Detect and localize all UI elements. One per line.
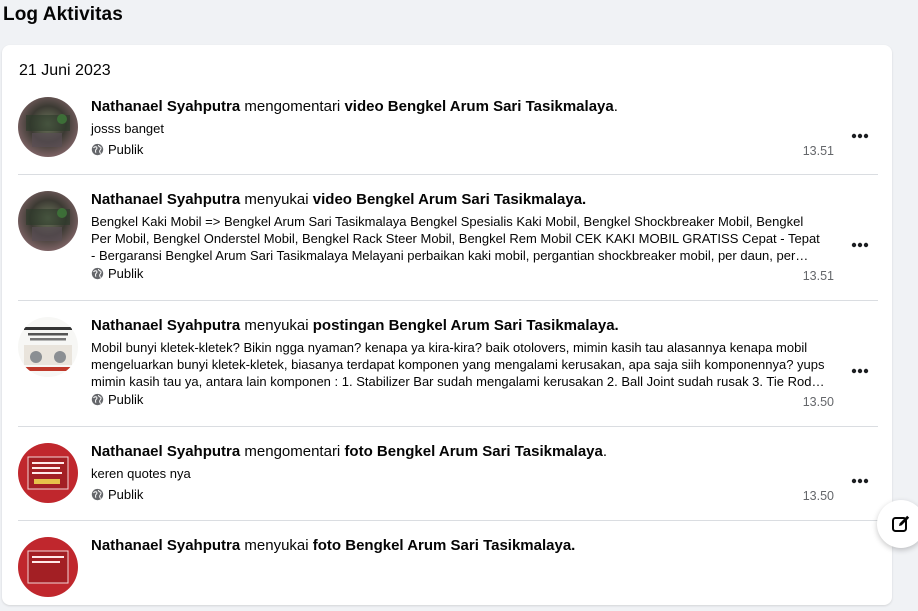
activity-object[interactable]: foto Bengkel Arum Sari Tasikmalaya.: [313, 537, 576, 554]
avatar-video-thumbnail[interactable]: [18, 191, 78, 251]
globe-icon: [91, 488, 104, 501]
activity-title[interactable]: Nathanael Syahputra menyukai foto Bengke…: [91, 536, 827, 556]
avatar-video-thumbnail[interactable]: [18, 97, 78, 157]
activity-item[interactable]: Nathanael Syahputra menyukai video Bengk…: [18, 175, 878, 301]
more-options-button[interactable]: [848, 124, 872, 148]
compose-icon: [892, 515, 910, 532]
activity-item[interactable]: Nathanael Syahputra mengomentari foto Be…: [18, 427, 878, 521]
activity-description: josss banget: [91, 121, 164, 136]
actor-name[interactable]: Nathanael Syahputra: [91, 317, 240, 334]
actor-name[interactable]: Nathanael Syahputra: [91, 98, 240, 115]
globe-icon: [91, 143, 104, 156]
activity-title[interactable]: Nathanael Syahputra mengomentari video B…: [91, 97, 827, 117]
activity-title[interactable]: Nathanael Syahputra menyukai video Bengk…: [91, 190, 827, 210]
activity-time: 13.50: [802, 395, 834, 409]
compose-button[interactable]: [877, 500, 918, 548]
more-options-button[interactable]: [848, 233, 872, 257]
globe-icon: [91, 267, 104, 280]
avatar-photo-thumbnail[interactable]: [18, 443, 78, 503]
activity-description: Mobil bunyi kletek-kletek? Bikin ngga ny…: [91, 340, 825, 389]
date-header: 21 Juni 2023: [19, 62, 111, 79]
activity-item[interactable]: Nathanael Syahputra mengomentari video B…: [18, 95, 878, 175]
more-options-icon: [851, 478, 869, 484]
globe-icon: [91, 393, 104, 406]
activity-time: 13.50: [802, 489, 834, 503]
activity-title[interactable]: Nathanael Syahputra mengomentari foto Be…: [91, 442, 827, 462]
activity-card: 21 Juni 2023 Nathanael Syahputra mengome…: [2, 45, 892, 605]
privacy-label: Publik: [91, 487, 827, 502]
actor-name[interactable]: Nathanael Syahputra: [91, 537, 240, 554]
activity-object[interactable]: foto Bengkel Arum Sari Tasikmalaya: [344, 443, 602, 460]
avatar-photo-thumbnail[interactable]: [18, 537, 78, 597]
actor-name[interactable]: Nathanael Syahputra: [91, 191, 240, 208]
privacy-label: Publik: [91, 392, 827, 407]
actor-name[interactable]: Nathanael Syahputra: [91, 443, 240, 460]
more-options-button[interactable]: [848, 469, 872, 493]
more-options-button[interactable]: [848, 359, 872, 383]
activity-object[interactable]: postingan Bengkel Arum Sari Tasikmalaya.: [313, 317, 619, 334]
more-options-icon: [851, 133, 869, 139]
activity-object[interactable]: video Bengkel Arum Sari Tasikmalaya.: [313, 191, 586, 208]
activity-title[interactable]: Nathanael Syahputra menyukai postingan B…: [91, 316, 827, 336]
activity-item[interactable]: Nathanael Syahputra menyukai postingan B…: [18, 301, 878, 427]
privacy-label: Publik: [91, 266, 827, 281]
activity-description: keren quotes nya: [91, 466, 191, 481]
activity-time: 13.51: [802, 144, 834, 158]
page-title: Log Aktivitas: [3, 4, 123, 25]
more-options-icon: [851, 368, 869, 374]
avatar-post-thumbnail[interactable]: [18, 317, 78, 377]
activity-description: Bengkel Kaki Mobil => Bengkel Arum Sari …: [91, 214, 820, 263]
more-options-icon: [851, 242, 869, 248]
activity-item[interactable]: Nathanael Syahputra menyukai foto Bengke…: [18, 521, 878, 611]
privacy-label: Publik: [91, 142, 827, 157]
activity-object[interactable]: video Bengkel Arum Sari Tasikmalaya: [344, 98, 613, 115]
activity-time: 13.51: [802, 269, 834, 283]
